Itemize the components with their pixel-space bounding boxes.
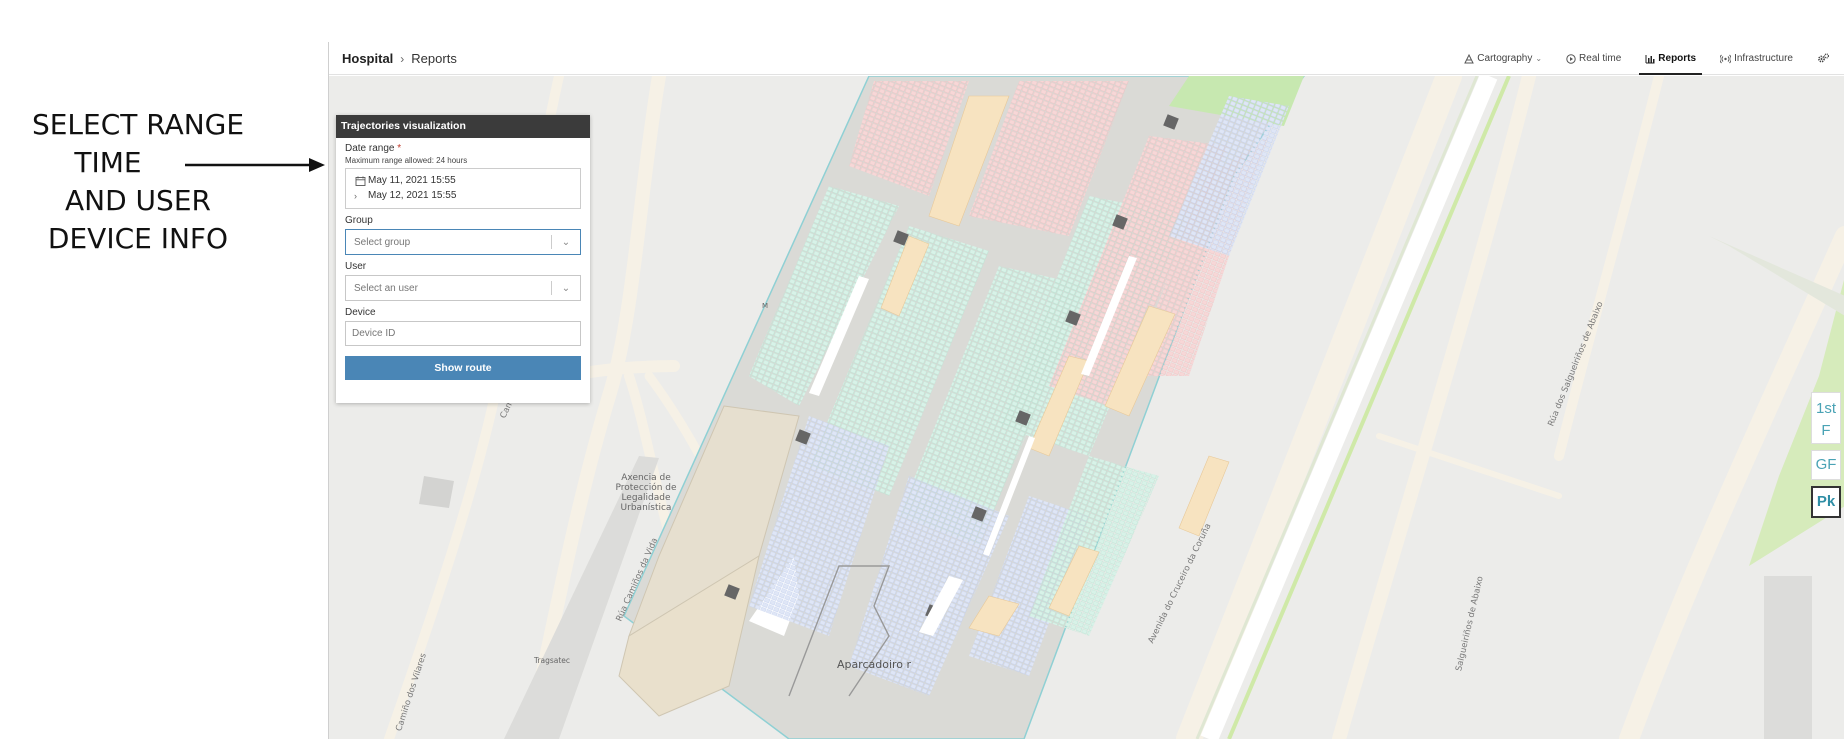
map-label-agency: Axencia de Protección de Legalidade Urba… xyxy=(615,473,677,513)
nav-cartography[interactable]: Cartography ⌄ xyxy=(1452,42,1554,75)
nav-real-time[interactable]: Real time xyxy=(1554,42,1633,75)
calendar-icon xyxy=(355,176,366,186)
chevron-right-icon: › xyxy=(354,190,357,201)
top-bar: Hospital › Reports Cartography ⌄ Real ti… xyxy=(329,42,1844,75)
date-range-label: Date range * xyxy=(345,143,581,154)
breadcrumb-root[interactable]: Hospital xyxy=(342,51,393,66)
annotation-line-3: AND USER xyxy=(65,184,211,217)
user-select[interactable]: Select an user ⌄ xyxy=(345,275,581,301)
nav-reports-label: Reports xyxy=(1658,53,1697,64)
nav-cartography-label: Cartography xyxy=(1477,53,1533,64)
play-circle-icon xyxy=(1566,53,1576,64)
nav-real-time-label: Real time xyxy=(1579,53,1622,64)
annotation-line-4: DEVICE INFO xyxy=(47,222,229,255)
floor-selector: 1st F GF Pk xyxy=(1811,392,1844,524)
floor-button-ground[interactable]: GF xyxy=(1811,450,1841,480)
signal-icon xyxy=(1720,54,1732,63)
settings-button[interactable] xyxy=(1805,42,1844,75)
bar-chart-icon xyxy=(1645,54,1655,63)
breadcrumb-current: Reports xyxy=(411,51,457,66)
screenshot-stage: SELECT RANGE TIME AND USER DEVICE INFO H… xyxy=(0,0,1844,739)
breadcrumb-separator: › xyxy=(400,51,405,66)
map-canvas[interactable]: Axencia de Protección de Legalidade Urba… xyxy=(329,76,1844,739)
nav-infrastructure-label: Infrastructure xyxy=(1734,53,1793,64)
date-to-value: May 12, 2021 15:55 xyxy=(368,190,457,201)
group-select[interactable]: Select group ⌄ xyxy=(345,229,581,255)
date-range-picker[interactable]: May 11, 2021 15:55 › May 12, 2021 15:55 xyxy=(345,168,581,209)
floor-button-parking[interactable]: Pk xyxy=(1811,486,1841,518)
app-window: Hospital › Reports Cartography ⌄ Real ti… xyxy=(328,42,1844,739)
floor-first-line1: 1st xyxy=(1815,400,1836,417)
map-label-tragsatec: Tragsatec xyxy=(533,656,571,665)
nav-reports[interactable]: Reports xyxy=(1633,42,1708,75)
required-mark: * xyxy=(397,143,402,154)
nav-infrastructure[interactable]: Infrastructure xyxy=(1708,42,1805,75)
group-select-placeholder: Select group xyxy=(354,236,411,248)
date-range-hint: Maximum range allowed: 24 hours xyxy=(345,156,468,165)
chevron-down-icon[interactable]: ⌄ xyxy=(552,283,580,294)
device-id-input[interactable]: Device ID xyxy=(345,321,581,346)
annotation-line-1: SELECT RANGE xyxy=(31,108,245,141)
date-from-value: May 11, 2021 15:55 xyxy=(368,175,456,186)
device-label: Device xyxy=(345,307,376,318)
annotation-arrow-icon xyxy=(185,158,325,172)
main-nav: Cartography ⌄ Real time Reports Infrastr… xyxy=(1452,42,1844,75)
group-label: Group xyxy=(345,215,373,226)
map-label-aparcadoiro: Aparcadoiro r xyxy=(836,658,912,671)
user-select-placeholder: Select an user xyxy=(354,282,418,294)
date-range-label-text: Date range xyxy=(345,143,395,154)
date-to-row: › May 12, 2021 15:55 xyxy=(354,188,572,203)
annotation-text: SELECT RANGE TIME AND USER DEVICE INFO xyxy=(10,106,266,258)
floor-button-first[interactable]: 1st F xyxy=(1811,392,1841,444)
map-label-m: M xyxy=(761,302,769,310)
date-from-row: May 11, 2021 15:55 xyxy=(354,173,572,188)
gears-icon xyxy=(1818,53,1830,63)
chevron-down-icon[interactable]: ⌄ xyxy=(552,237,580,248)
breadcrumb: Hospital › Reports xyxy=(342,51,457,66)
show-route-button[interactable]: Show route xyxy=(345,356,581,380)
map-layers-icon xyxy=(1464,53,1475,63)
chevron-down-icon: ⌄ xyxy=(1535,54,1543,63)
user-label: User xyxy=(345,261,367,272)
panel-title: Trajectories visualization xyxy=(336,115,590,138)
trajectories-panel: Trajectories visualization Date range * … xyxy=(336,115,590,403)
floor-first-line2: F xyxy=(1821,422,1831,439)
panel-body: Date range * Maximum range allowed: 24 h… xyxy=(336,138,590,385)
